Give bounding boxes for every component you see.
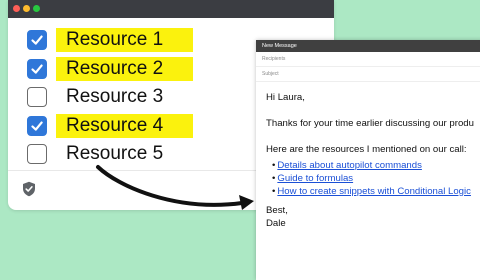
email-body[interactable]: Hi Laura, Thanks for your time earlier d…	[256, 82, 480, 230]
checklist-item[interactable]: Resource 4	[27, 112, 194, 141]
checklist-item[interactable]: Resource 1	[27, 26, 194, 55]
recipients-field[interactable]: Recipients	[256, 52, 480, 67]
checklist-item[interactable]: Resource 3	[27, 83, 193, 112]
resource-link[interactable]: Details about autopilot commands	[277, 160, 422, 171]
list-item: • Details about autopilot commands	[272, 159, 480, 172]
resource-link[interactable]: How to create snippets with Conditional …	[277, 186, 471, 197]
paragraph-text: Thanks for your time earlier discussing …	[266, 118, 474, 129]
checkbox[interactable]	[27, 87, 47, 108]
subject-field[interactable]: Subject	[256, 67, 480, 82]
email-compose-window: New Message Recipients Subject Hi Laura,…	[256, 40, 480, 280]
checkbox[interactable]	[27, 30, 47, 51]
signature-text: Dale	[266, 218, 286, 229]
checkmark-icon	[31, 121, 43, 131]
resource-checklist: Resource 1 Resource 2 Resource 3 Resourc…	[27, 26, 194, 169]
resource-link[interactable]: Guide to formulas	[277, 173, 353, 184]
list-item: • How to create snippets with Conditional…	[272, 185, 480, 198]
checkmark-icon	[31, 35, 43, 45]
greeting-text: Hi Laura,	[266, 92, 305, 103]
resource-links: • Details about autopilot commands • Guide…	[266, 159, 480, 198]
signoff-text: Best,	[266, 205, 288, 216]
checklist-item-label: Resource 5	[66, 143, 164, 165]
checkmark-icon	[31, 64, 43, 74]
bullet-icon: •	[272, 186, 276, 197]
checklist-item[interactable]: Resource 5	[27, 140, 193, 169]
paragraph-text: Here are the resources I mentioned on ou…	[266, 144, 467, 155]
checklist-item-label: Resource 4	[56, 113, 194, 138]
checkbox[interactable]	[27, 144, 47, 165]
bullet-icon: •	[272, 173, 276, 184]
compose-header: New Message	[256, 40, 480, 52]
window-titlebar	[8, 0, 334, 18]
checklist-item-label: Resource 1	[56, 28, 194, 53]
shield-check-icon[interactable]	[22, 181, 36, 197]
checklist-item-label: Resource 3	[66, 86, 164, 108]
close-window-button[interactable]	[13, 5, 20, 12]
checklist-item-label: Resource 2	[56, 56, 194, 81]
checklist-item[interactable]: Resource 2	[27, 55, 194, 84]
list-item: • Guide to formulas	[272, 172, 480, 185]
maximize-window-button[interactable]	[33, 5, 40, 12]
checkbox[interactable]	[27, 58, 47, 79]
checkbox[interactable]	[27, 115, 47, 136]
minimize-window-button[interactable]	[23, 5, 30, 12]
bullet-icon: •	[272, 160, 276, 171]
